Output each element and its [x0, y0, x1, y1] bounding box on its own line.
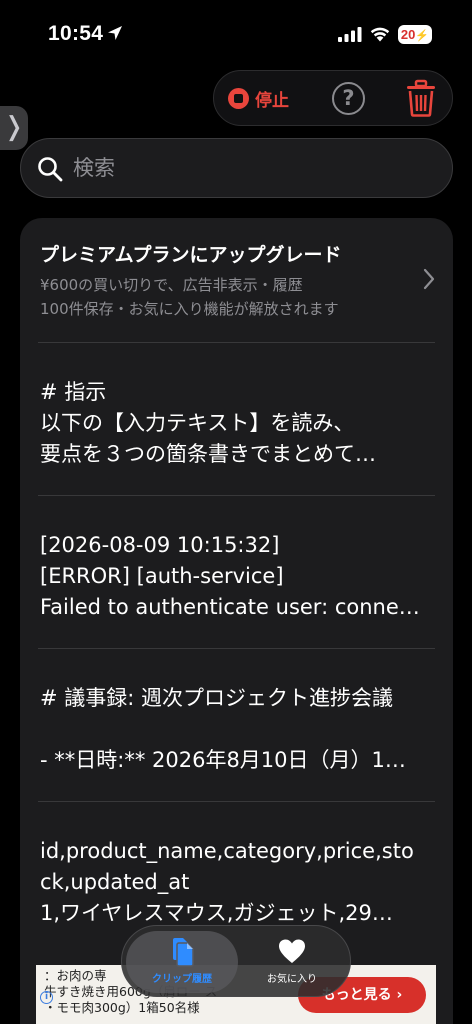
premium-upgrade-banner[interactable]: プレミアムプランにアップグレード ¥600の買い切りで、広告非表示・履歴 100…: [20, 218, 453, 342]
chevron-right-icon: [423, 268, 435, 290]
documents-icon: [173, 938, 194, 967]
stop-icon: [228, 87, 249, 109]
cellular-signal-icon: [338, 27, 362, 42]
clip-line: id,product_name,category,price,sto: [40, 839, 414, 863]
clip-line: - **日時:** 2026年8月10日（月）1…: [40, 748, 406, 772]
clip-item[interactable]: [2026-08-09 10:15:32] [ERROR] [auth-serv…: [20, 496, 453, 649]
promo-title: プレミアムプランにアップグレード: [40, 244, 342, 266]
clip-text: id,product_name,category,price,sto ck,up…: [40, 836, 430, 929]
trash-icon[interactable]: [404, 79, 438, 117]
clip-line: [2026-08-09 10:15:32]: [40, 533, 280, 557]
clip-text: [2026-08-09 10:15:32] [ERROR] [auth-serv…: [40, 530, 430, 623]
bottom-tab-bar: クリップ履歴 お気に入り: [121, 925, 351, 997]
search-bar: [20, 138, 453, 198]
battery-indicator: 20⚡: [398, 25, 432, 44]
clip-line: # 指示: [40, 380, 107, 404]
clip-line: 要点を３つの箇条書きでまとめて…: [40, 442, 376, 466]
search-input[interactable]: [73, 139, 433, 196]
clip-line: 以下の【入力テキスト】を読み、: [40, 411, 355, 435]
promo-description: ¥600の買い切りで、広告非表示・履歴 100件保存・お気に入り機能が解放されま…: [40, 273, 410, 321]
help-button[interactable]: ?: [332, 82, 365, 115]
clip-line: # 議事録: 週次プロジェクト進捗会議: [40, 686, 394, 710]
clip-item[interactable]: # 指示 以下の【入力テキスト】を読み、 要点を３つの箇条書きでまとめて…: [20, 343, 453, 496]
ad-line-3: ・モモ肉300g）1箱50名様: [44, 1000, 200, 1015]
clip-line: [40, 714, 430, 745]
clip-line: [ERROR] [auth-service]: [40, 564, 284, 588]
wifi-icon: [370, 27, 390, 42]
side-panel-toggle[interactable]: ❭: [0, 106, 28, 150]
clip-line: ck,updated_at: [40, 870, 190, 894]
promo-line-1: ¥600の買い切りで、広告非表示・履歴: [40, 276, 303, 294]
charging-bolt-icon: ⚡: [415, 30, 430, 42]
status-time: 10:54: [48, 22, 104, 45]
status-bar: 10:54 20⚡: [0, 0, 472, 70]
clip-text: # 議事録: 週次プロジェクト進捗会議 - **日時:** 2026年8月10日…: [40, 683, 430, 776]
clip-text: # 指示 以下の【入力テキスト】を読み、 要点を３つの箇条書きでまとめて…: [40, 377, 430, 470]
ad-info-icon[interactable]: i: [40, 991, 53, 1004]
tab-favorites-label: お気に入り: [267, 974, 317, 985]
promo-line-2: 100件保存・お気に入り機能が解放されます: [40, 300, 339, 318]
top-toolbar: 停止 ?: [213, 70, 453, 126]
clip-item[interactable]: # 議事録: 週次プロジェクト進捗会議 - **日時:** 2026年8月10日…: [20, 649, 453, 802]
clip-line: Failed to authenticate user: conne…: [40, 595, 420, 619]
tab-favorites[interactable]: お気に入り: [236, 931, 348, 993]
tab-clip-history-label: クリップ履歴: [152, 974, 212, 985]
tab-clip-history[interactable]: クリップ履歴: [126, 931, 238, 993]
clip-list: プレミアムプランにアップグレード ¥600の買い切りで、広告非表示・履歴 100…: [20, 218, 453, 1024]
location-arrow-icon: [108, 26, 122, 40]
battery-level: 20: [400, 27, 416, 42]
stop-label: 停止: [255, 90, 289, 111]
stop-button[interactable]: 停止: [228, 84, 289, 112]
search-icon: [38, 157, 63, 182]
heart-icon: [279, 939, 305, 963]
